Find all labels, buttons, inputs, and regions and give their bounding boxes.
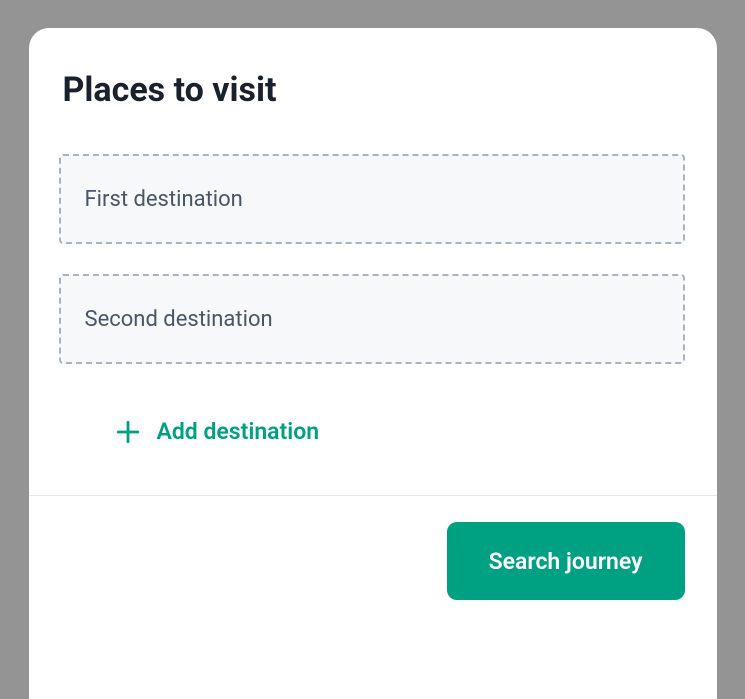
card-footer: Search journey [29,495,717,626]
add-destination-button[interactable]: Add destination [59,394,320,445]
page-title: Places to visit [59,70,685,110]
add-destination-label: Add destination [157,418,320,445]
search-journey-button[interactable]: Search journey [447,522,685,600]
places-card: Places to visit Add destination Search j… [29,28,717,699]
first-destination-input[interactable] [59,154,685,244]
second-destination-input[interactable] [59,274,685,364]
card-body: Places to visit Add destination [29,28,717,495]
plus-icon [115,419,141,445]
